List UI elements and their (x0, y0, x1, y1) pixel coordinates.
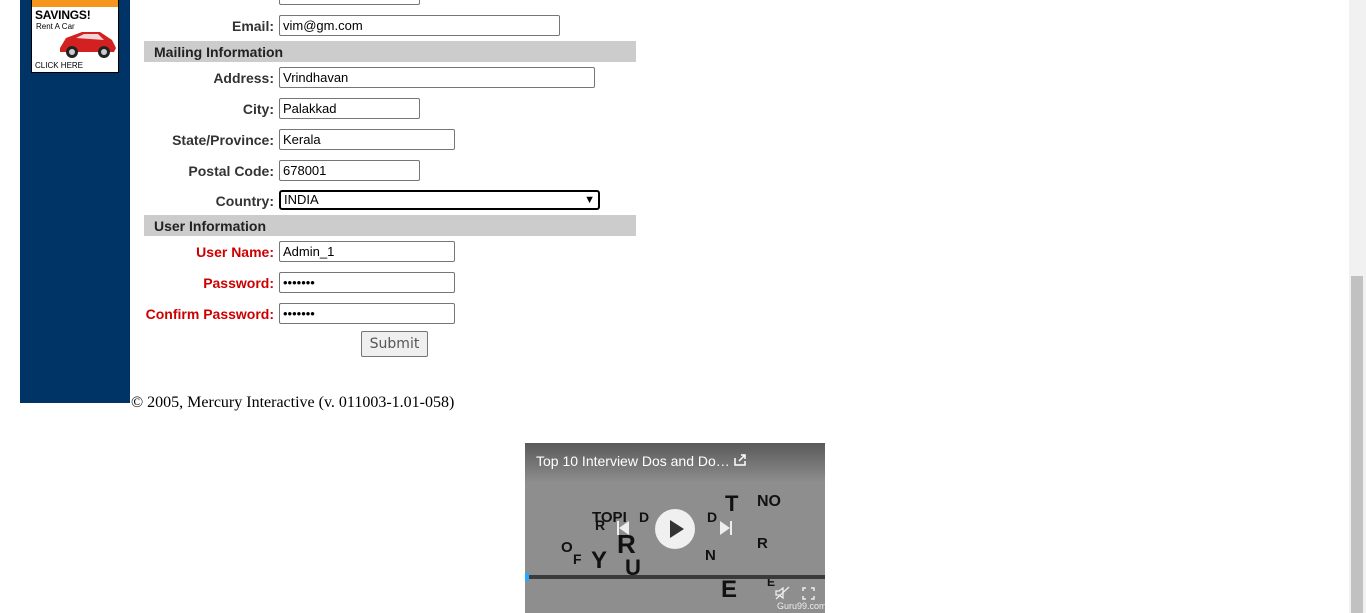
password-row: Password: ••••••• (144, 272, 636, 294)
username-field[interactable]: Admin_1 (279, 241, 455, 262)
country-select[interactable]: INDIA ▼ (279, 190, 600, 210)
email-field[interactable]: vim@gm.com (279, 15, 560, 36)
video-progress-handle[interactable] (525, 573, 529, 581)
confirm-password-row: Confirm Password: ••••••• (144, 303, 636, 325)
submit-button[interactable]: Submit (361, 331, 428, 357)
address-field[interactable]: Vrindhavan (279, 67, 595, 88)
video-frame-letter: E (721, 576, 738, 603)
video-frame-letter: R (595, 517, 606, 533)
video-player[interactable]: Top 10 Interview Dos and Do… TOPI R R O … (525, 443, 825, 613)
email-row: Email: vim@gm.com (144, 15, 636, 37)
mailing-information-title: Mailing Information (154, 44, 284, 60)
country-row: Country: INDIA ▼ (144, 190, 636, 212)
ad-cta: CLICK HERE (35, 61, 84, 70)
share-icon[interactable] (733, 453, 747, 467)
copyright-footer: © 2005, Mercury Interactive (v. 011003-1… (131, 394, 455, 411)
car-icon (60, 32, 116, 58)
video-progress-bar[interactable] (525, 575, 825, 579)
video-frame-letter: F (573, 551, 582, 567)
country-selected-value: INDIA (284, 192, 319, 207)
confirm-password-label: Confirm Password: (145, 306, 274, 322)
rent-a-car-ad[interactable]: SAVINGS! Rent A Car CLICK HERE (31, 0, 119, 73)
video-frame-letter: D (707, 509, 718, 525)
state-row: State/Province: Kerala (144, 129, 636, 151)
video-title[interactable]: Top 10 Interview Dos and Do… (536, 453, 730, 469)
video-frame-letter: D (639, 509, 650, 525)
mailing-information-header: Mailing Information (144, 41, 636, 62)
video-frame-letter: NO (757, 493, 781, 510)
fullscreen-icon[interactable] (802, 587, 815, 600)
state-field[interactable]: Kerala (279, 129, 455, 150)
ad-title: SAVINGS! (35, 8, 91, 22)
video-watermark: Guru99.com (777, 601, 825, 611)
password-field[interactable]: ••••••• (279, 272, 455, 293)
scrollbar-thumb[interactable] (1351, 276, 1363, 613)
email-label: Email: (231, 18, 274, 34)
postal-code-label: Postal Code: (188, 163, 274, 179)
postal-row: Postal Code: 678001 (144, 160, 636, 182)
play-icon[interactable] (655, 509, 695, 549)
phone-field-partial[interactable] (279, 0, 420, 5)
postal-code-field[interactable]: 678001 (279, 160, 420, 181)
page-scrollbar[interactable] (1349, 0, 1366, 613)
address-row: Address: Vrindhavan (144, 67, 636, 89)
city-label: City: (242, 101, 274, 117)
video-frame-letter: T (725, 491, 739, 516)
user-information-header: User Information (144, 215, 636, 236)
username-label: User Name: (196, 244, 274, 260)
video-frame-letter: R (757, 535, 768, 552)
video-frame-letter: N (705, 547, 716, 564)
password-label: Password: (203, 275, 274, 291)
video-frame-letter: Y (591, 547, 608, 574)
chevron-down-icon: ▼ (584, 194, 595, 206)
mute-icon[interactable] (775, 586, 791, 600)
ad-top-bar (32, 0, 118, 7)
confirm-password-field[interactable]: ••••••• (279, 303, 455, 324)
country-label: Country: (215, 193, 274, 209)
address-label: Address: (213, 70, 274, 86)
video-frame-letter: O (561, 539, 573, 556)
username-row: User Name: Admin_1 (144, 241, 636, 263)
user-information-title: User Information (154, 218, 267, 234)
previous-icon[interactable] (617, 520, 631, 536)
state-label: State/Province: (172, 132, 274, 148)
city-row: City: Palakkad (144, 98, 636, 120)
city-field[interactable]: Palakkad (279, 98, 420, 119)
next-icon[interactable] (718, 520, 732, 536)
